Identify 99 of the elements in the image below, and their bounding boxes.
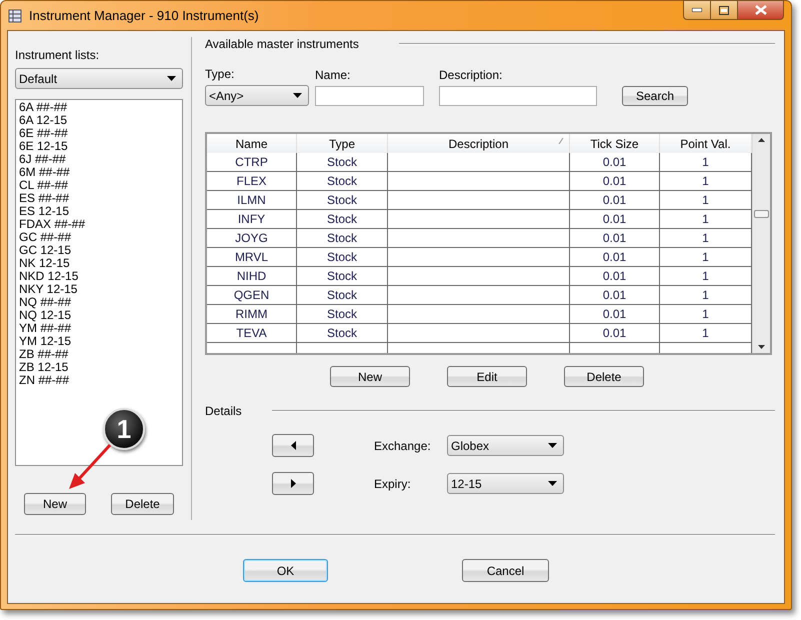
column-header[interactable]: Point Val. (660, 134, 752, 153)
list-item[interactable]: ES 12-15 (19, 205, 179, 218)
field-label: Instrument lists: (15, 48, 100, 62)
scroll-up-icon (758, 138, 765, 142)
list-item[interactable]: NK 12-15 (19, 257, 179, 270)
list-item[interactable]: CL ##-## (19, 179, 179, 192)
edit-button[interactable]: Edit (447, 366, 527, 387)
table-cell: 0.01 (570, 229, 660, 248)
list-item[interactable]: 6A ##-## (19, 101, 179, 114)
list-item[interactable]: NKY 12-15 (19, 283, 179, 296)
table-cell: NIHD (207, 267, 297, 286)
table-cell: Stock (297, 305, 388, 324)
table-cell: Stock (297, 286, 388, 305)
table-cell: INFY (207, 210, 297, 229)
dropdown-arrow-icon (293, 93, 302, 98)
column-header[interactable]: Tick Size (570, 134, 660, 153)
table-cell: Stock (297, 267, 388, 286)
dropdown-arrow-icon (167, 76, 176, 81)
list-item[interactable]: GC ##-## (19, 231, 179, 244)
table-cell: JOYG (207, 229, 297, 248)
table-cell: Stock (297, 153, 388, 172)
next-button[interactable] (272, 472, 314, 495)
exchange-dropdown[interactable]: Globex (447, 435, 564, 456)
table-cell: TEVA (207, 324, 297, 343)
table-cell: Stock (297, 229, 388, 248)
cancel-button[interactable]: Cancel (462, 559, 549, 582)
table-cell: 0.01 (570, 172, 660, 191)
field-label: Name: (315, 68, 352, 82)
table-cell: 0.01 (570, 248, 660, 267)
table-cell: 0.01 (570, 286, 660, 305)
delete-button[interactable]: Delete (111, 493, 174, 515)
field-label: Expiry: (374, 476, 412, 490)
table-cell: 0.01 (570, 324, 660, 343)
table-cell: Stock (297, 324, 388, 343)
minimize-icon (692, 8, 702, 12)
list-item[interactable]: 6E 12-15 (19, 140, 179, 153)
dropdown-arrow-icon (548, 443, 557, 448)
table-cell: Stock (297, 191, 388, 210)
name-field[interactable] (315, 86, 424, 106)
scroll-down-icon (758, 345, 765, 349)
right-arrow-icon (290, 479, 296, 488)
table-cell: CTRP (207, 153, 297, 172)
table-cell: 0.01 (570, 210, 660, 229)
table-cell: 0.01 (570, 267, 660, 286)
list-item[interactable]: ES ##-## (19, 192, 179, 205)
table-cell: FLEX (207, 172, 297, 191)
minimize-button[interactable] (683, 0, 711, 20)
table-cell: 0.01 (570, 305, 660, 324)
list-item[interactable]: 6A 12-15 (19, 114, 179, 127)
table-cell: ILMN (207, 191, 297, 210)
scroll-thumb[interactable] (754, 210, 769, 218)
section-title: Details (205, 404, 242, 418)
list-item[interactable]: ZN ##-## (19, 374, 179, 387)
left-arrow-icon (290, 441, 296, 450)
list-item[interactable]: GC 12-15 (19, 244, 179, 257)
expiry-dropdown[interactable]: 12-15 (447, 473, 564, 494)
list-item[interactable]: 6M ##-## (19, 166, 179, 179)
type-dropdown[interactable]: <Any> (205, 85, 309, 106)
table-cell: QGEN (207, 286, 297, 305)
ok-button[interactable]: OK (243, 559, 328, 582)
sort-icon (558, 138, 564, 144)
scrollbar[interactable] (752, 134, 770, 353)
table-cell: Stock (297, 210, 388, 229)
delete-button[interactable]: Delete (564, 366, 644, 387)
section-title: Available master instruments (205, 37, 359, 51)
list-item[interactable]: NKD 12-15 (19, 270, 179, 283)
maximize-button[interactable] (711, 0, 738, 20)
new-button[interactable]: New (24, 493, 86, 515)
search-button[interactable]: Search (622, 86, 688, 106)
table-cell: MRVL (207, 248, 297, 267)
field-label: Description: (439, 68, 504, 82)
list-item[interactable]: ZB ##-## (19, 348, 179, 361)
dropdown-arrow-icon (548, 481, 557, 486)
maximize-icon (719, 6, 729, 14)
list-item[interactable]: NQ 12-15 (19, 309, 179, 322)
column-header[interactable]: Name (207, 134, 297, 153)
new-button[interactable]: New (330, 366, 410, 387)
table-cell: Stock (297, 248, 388, 267)
list-item[interactable]: FDAX ##-## (19, 218, 179, 231)
list-dropdown[interactable]: Default (15, 68, 183, 89)
list-item[interactable]: 6E ##-## (19, 127, 179, 140)
table-cell: 0.01 (570, 191, 660, 210)
table-cell: RIMM (207, 305, 297, 324)
list-item[interactable]: ZB 12-15 (19, 361, 179, 374)
close-icon (754, 5, 766, 15)
table-cell: Stock (297, 172, 388, 191)
field-label: Type: (205, 67, 236, 81)
description-field[interactable] (439, 86, 597, 106)
field-label: Exchange: (374, 438, 432, 452)
close-button[interactable] (738, 0, 784, 20)
column-header[interactable]: Description (388, 134, 570, 153)
list-item[interactable]: 6J ##-## (19, 153, 179, 166)
list-item[interactable]: NQ ##-## (19, 296, 179, 309)
previous-button[interactable] (272, 434, 314, 457)
list-item[interactable]: YM ##-## (19, 322, 179, 335)
window-title: Instrument Manager - 910 Instrument(s) (29, 8, 259, 23)
column-header[interactable]: Type (297, 134, 388, 153)
list-item[interactable]: YM 12-15 (19, 335, 179, 348)
table-cell: 0.01 (570, 153, 660, 172)
